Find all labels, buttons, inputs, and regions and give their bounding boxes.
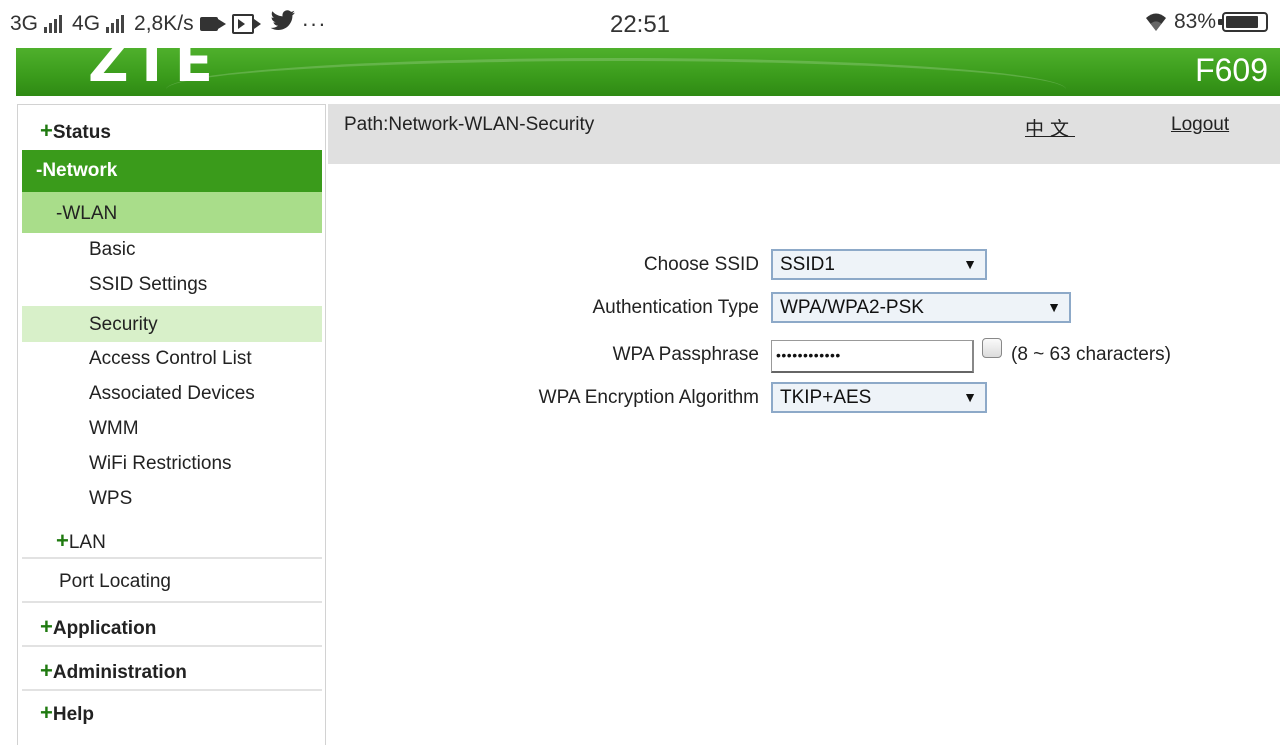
wifi-icon	[1145, 13, 1166, 31]
wpa-passphrase-input[interactable]: ••••••••••••	[771, 340, 974, 373]
sidebar-item-wifi-restrictions[interactable]: WiFi Restrictions	[22, 446, 322, 481]
sidebar-item-network[interactable]: -Network	[22, 150, 322, 192]
sidebar-item-label: Status	[52, 122, 111, 143]
sidebar-item-administration[interactable]: +Administration	[22, 649, 322, 691]
sidebar-item-port-locating[interactable]: Port Locating	[22, 561, 322, 603]
sidebar-item-wmm[interactable]: WMM	[22, 411, 322, 446]
sidebar-item-help[interactable]: +Help	[22, 693, 322, 733]
expand-plus-icon: +	[56, 528, 69, 553]
battery-percent: 83%	[1173, 10, 1216, 33]
expand-plus-icon: +	[40, 614, 53, 639]
sidebar-item-label: Help	[52, 704, 95, 725]
wpa-encryption-algorithm-value: TKIP+AES	[780, 387, 872, 408]
sidebar-item-status[interactable]: +Status	[22, 114, 322, 154]
zte-logo: ZTE	[88, 48, 218, 95]
router-model: F609	[1195, 52, 1268, 88]
language-switch-link[interactable]: 中文	[1025, 114, 1075, 141]
logout-link[interactable]: Logout	[1171, 114, 1229, 136]
dropdown-arrow-icon: ▼	[963, 256, 977, 272]
router-banner: ZTE F609	[16, 48, 1280, 96]
sidebar-item-wlan[interactable]: -WLAN	[22, 192, 322, 233]
wpa-encryption-algorithm-select[interactable]: TKIP+AES ▼	[771, 382, 987, 413]
battery-fill	[1226, 16, 1258, 28]
sidebar-item-basic[interactable]: Basic	[22, 233, 322, 267]
expand-plus-icon: +	[40, 700, 53, 725]
status-right-group: 83%	[1144, 10, 1268, 34]
wpa-encryption-algorithm-label: WPA Encryption Algorithm	[538, 387, 759, 408]
sidebar-item-security[interactable]: Security	[22, 306, 322, 342]
phone-status-bar: 3G 4G 2,8K/s ··· 22:51 83%	[0, 0, 1280, 48]
dropdown-arrow-icon: ▼	[963, 389, 977, 405]
authentication-type-label: Authentication Type	[592, 297, 759, 318]
sidebar-item-label: Administration	[52, 662, 187, 683]
show-passphrase-checkbox[interactable]	[982, 338, 1002, 358]
dropdown-arrow-icon: ▼	[1047, 299, 1061, 315]
passphrase-length-hint: (8 ~ 63 characters)	[1011, 344, 1171, 365]
authentication-type-select[interactable]: WPA/WPA2-PSK ▼	[771, 292, 1071, 323]
choose-ssid-label: Choose SSID	[643, 254, 759, 275]
wpa-passphrase-label: WPA Passphrase	[612, 344, 759, 365]
banner-swoosh	[166, 58, 1066, 96]
sidebar-item-label: LAN	[68, 532, 106, 553]
sidebar-item-ssid-settings[interactable]: SSID Settings	[22, 268, 322, 302]
choose-ssid-select[interactable]: SSID1 ▼	[771, 249, 987, 280]
breadcrumb: Path:Network-WLAN-Security	[344, 114, 595, 135]
sidebar-item-associated-devices[interactable]: Associated Devices	[22, 376, 322, 411]
choose-ssid-value: SSID1	[780, 254, 835, 275]
status-clock: 22:51	[609, 11, 671, 38]
sidebar-item-application[interactable]: +Application	[22, 605, 322, 647]
sidebar-item-access-control-list[interactable]: Access Control List	[22, 342, 322, 376]
expand-plus-icon: +	[40, 658, 53, 683]
path-bar: Path:Network-WLAN-Security 中文 Logout	[328, 104, 1280, 164]
battery-icon	[1218, 12, 1268, 32]
sidebar-nav: +Status -Network -WLAN Basic SSID Settin…	[17, 104, 326, 745]
sidebar-item-label: Application	[52, 618, 157, 639]
sidebar-item-wps[interactable]: WPS	[22, 481, 322, 516]
expand-plus-icon: +	[40, 118, 53, 143]
authentication-type-value: WPA/WPA2-PSK	[780, 297, 924, 318]
sidebar-item-label: WLAN	[62, 203, 118, 224]
sidebar-item-lan[interactable]: +LAN	[22, 521, 322, 559]
sidebar-item-label: Network	[42, 160, 118, 181]
